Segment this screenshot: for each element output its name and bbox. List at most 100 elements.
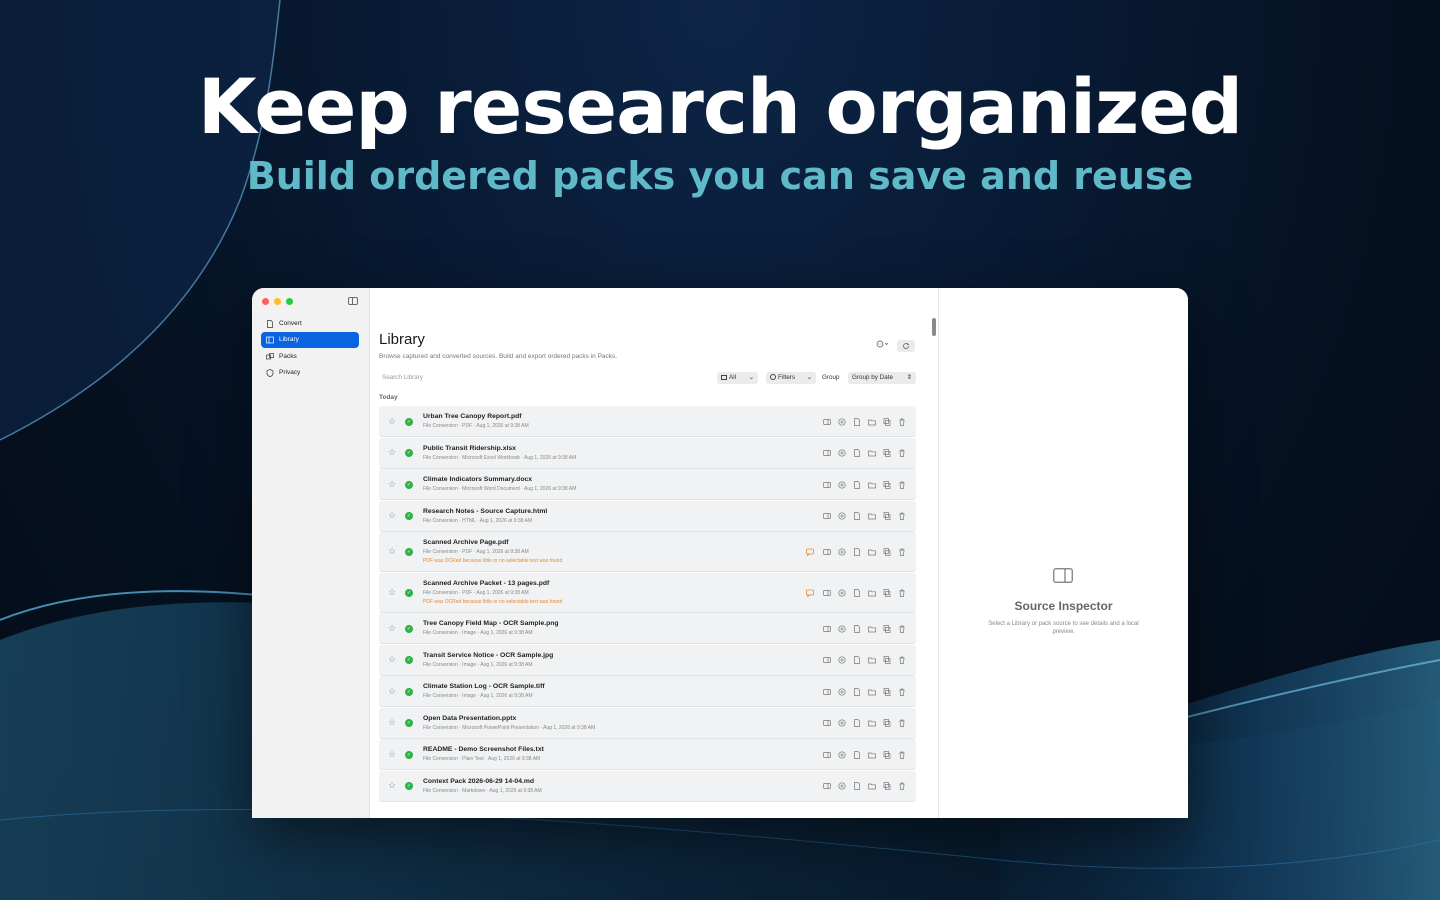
copy-icon[interactable]: [883, 719, 891, 727]
folder-icon[interactable]: [868, 418, 876, 426]
star-icon[interactable]: ☆: [388, 447, 396, 458]
folder-icon[interactable]: [868, 449, 876, 457]
open-document-icon[interactable]: [853, 782, 861, 790]
preview-icon[interactable]: [823, 512, 831, 520]
copy-icon[interactable]: [883, 656, 891, 664]
trash-icon[interactable]: [898, 719, 906, 727]
star-icon[interactable]: ☆: [388, 587, 396, 598]
folder-icon[interactable]: [868, 625, 876, 633]
open-document-icon[interactable]: [853, 624, 861, 633]
add-to-pack-icon[interactable]: [838, 782, 846, 790]
open-document-icon[interactable]: [853, 548, 861, 556]
copy-icon[interactable]: [883, 417, 891, 426]
star-icon[interactable]: ☆: [388, 749, 396, 760]
zoom-window-button[interactable]: [286, 298, 293, 305]
trash-icon[interactable]: [898, 656, 906, 664]
star-icon[interactable]: ☆: [388, 546, 396, 557]
preview-icon[interactable]: [823, 688, 831, 696]
star-icon[interactable]: ☆: [388, 510, 396, 521]
copy-icon[interactable]: [883, 750, 891, 759]
list-item[interactable]: ☆ ✓ Scanned Archive Page.pdf File Conversio…: [379, 532, 916, 572]
minimize-window-button[interactable]: [274, 298, 281, 305]
star-icon[interactable]: ☆: [388, 623, 396, 634]
add-to-pack-icon[interactable]: [838, 512, 846, 520]
preview-icon[interactable]: [823, 625, 831, 633]
list-item[interactable]: ☆ ✓ Climate Indicators Summary.docx File Co…: [379, 469, 916, 500]
copy-icon[interactable]: [883, 782, 891, 790]
folder-icon[interactable]: [868, 512, 876, 520]
preview-icon[interactable]: [823, 418, 831, 426]
open-document-icon[interactable]: [853, 719, 861, 727]
kind-filter-select[interactable]: All ⌄: [717, 372, 758, 384]
ocr-notice-icon[interactable]: [806, 548, 814, 556]
search-input[interactable]: Search Library: [379, 372, 699, 384]
copy-icon[interactable]: [883, 687, 891, 696]
preview-icon[interactable]: [823, 481, 831, 489]
open-document-icon[interactable]: [853, 417, 861, 426]
folder-icon[interactable]: [868, 656, 876, 664]
trash-icon[interactable]: [898, 751, 906, 759]
star-icon[interactable]: ☆: [388, 416, 396, 427]
sidebar-item-convert[interactable]: Convert: [261, 316, 359, 332]
trash-icon[interactable]: [898, 688, 906, 696]
open-document-icon[interactable]: [853, 687, 861, 696]
folder-icon[interactable]: [868, 782, 876, 790]
trash-icon[interactable]: [898, 512, 906, 520]
list-item[interactable]: ☆ ✓ README - Demo Screenshot Files.txt File…: [379, 739, 916, 770]
close-window-button[interactable]: [262, 298, 269, 305]
sidebar-item-packs[interactable]: Packs: [261, 349, 359, 365]
copy-icon[interactable]: [883, 449, 891, 457]
open-document-icon[interactable]: [853, 656, 861, 664]
list-item[interactable]: ☆ ✓ Context Pack 2026-06-29 14-04.md File C…: [379, 770, 916, 802]
open-document-icon[interactable]: [853, 588, 861, 597]
list-item[interactable]: ☆ ✓ Open Data Presentation.pptx File Conver…: [379, 707, 916, 739]
list-item[interactable]: ☆ ✓ Scanned Archive Packet - 13 pages.pdf F…: [379, 572, 916, 613]
trash-icon[interactable]: [898, 589, 906, 597]
copy-icon[interactable]: [883, 624, 891, 633]
list-item[interactable]: ☆ ✓ Tree Canopy Field Map - OCR Sample.png…: [379, 613, 916, 644]
folder-icon[interactable]: [868, 688, 876, 696]
list-item[interactable]: ☆ ✓ Public Transit Ridership.xlsx File Conv…: [379, 437, 916, 469]
preview-icon[interactable]: [823, 449, 831, 457]
preview-icon[interactable]: [823, 719, 831, 727]
trash-icon[interactable]: [898, 418, 906, 426]
list-item[interactable]: ☆ ✓ Urban Tree Canopy Report.pdf File Conve…: [379, 406, 916, 437]
filters-button[interactable]: Filters ⌄: [766, 372, 816, 384]
group-by-select[interactable]: Group by Date ⇕: [848, 372, 916, 384]
star-icon[interactable]: ☆: [388, 654, 396, 665]
folder-icon[interactable]: [868, 719, 876, 727]
open-document-icon[interactable]: [853, 480, 861, 489]
add-to-pack-icon[interactable]: [838, 624, 846, 633]
copy-icon[interactable]: [883, 512, 891, 520]
sidebar-item-privacy[interactable]: Privacy: [261, 365, 359, 381]
refresh-button[interactable]: [897, 340, 915, 352]
list-item[interactable]: ☆ ✓ Transit Service Notice - OCR Sample.jp…: [379, 644, 916, 676]
copy-icon[interactable]: [883, 548, 891, 556]
sidebar-toggle-icon[interactable]: [348, 297, 358, 305]
add-to-pack-icon[interactable]: [838, 449, 846, 457]
add-to-pack-icon[interactable]: [838, 548, 846, 556]
scrollbar-thumb[interactable]: [932, 318, 936, 336]
trash-icon[interactable]: [898, 782, 906, 790]
add-to-pack-icon[interactable]: [838, 750, 846, 759]
folder-icon[interactable]: [868, 481, 876, 489]
add-to-pack-icon[interactable]: [838, 588, 846, 597]
preview-icon[interactable]: [823, 751, 831, 759]
star-icon[interactable]: ☆: [388, 686, 396, 697]
more-options-button[interactable]: [874, 340, 892, 352]
preview-icon[interactable]: [823, 589, 831, 597]
ocr-notice-icon[interactable]: [806, 589, 814, 597]
copy-icon[interactable]: [883, 480, 891, 489]
open-document-icon[interactable]: [853, 750, 861, 759]
folder-icon[interactable]: [868, 548, 876, 556]
star-icon[interactable]: ☆: [388, 780, 396, 791]
preview-icon[interactable]: [823, 656, 831, 664]
add-to-pack-icon[interactable]: [838, 480, 846, 489]
copy-icon[interactable]: [883, 588, 891, 597]
trash-icon[interactable]: [898, 481, 906, 489]
star-icon[interactable]: ☆: [388, 717, 396, 728]
add-to-pack-icon[interactable]: [838, 656, 846, 664]
list-item[interactable]: ☆ ✓ Research Notes - Source Capture.html Fi…: [379, 500, 916, 532]
open-document-icon[interactable]: [853, 512, 861, 520]
list-item[interactable]: ☆ ✓ Climate Station Log - OCR Sample.tiff F…: [379, 676, 916, 707]
